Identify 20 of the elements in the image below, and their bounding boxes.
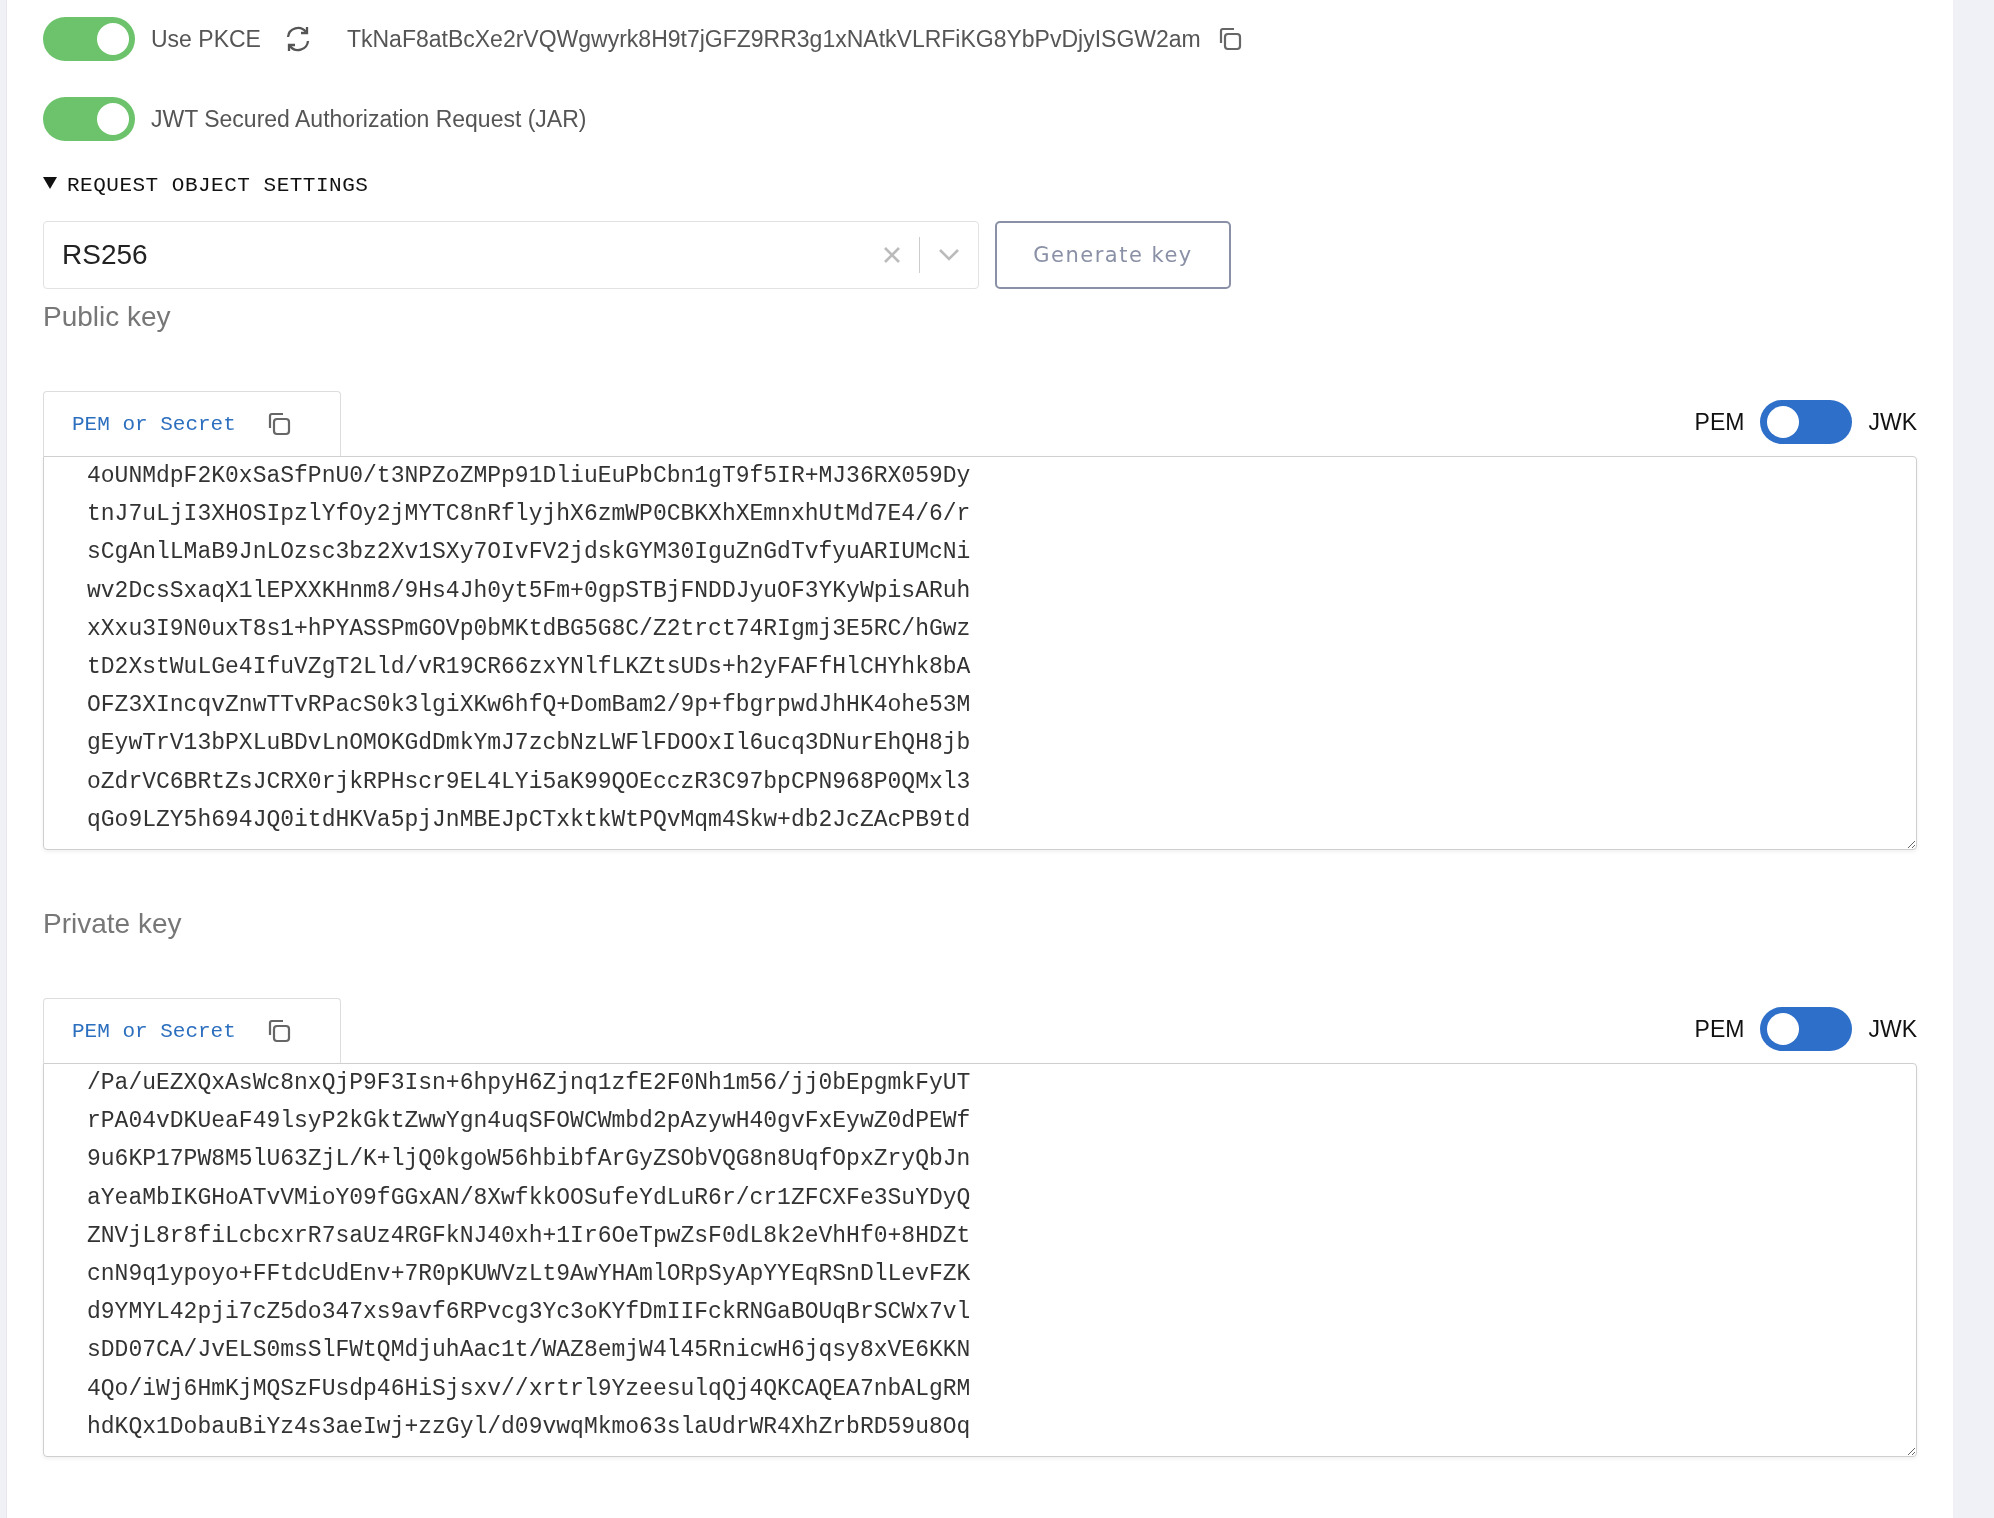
format-tab[interactable]: PEM or Secret (43, 391, 341, 456)
key-text-area[interactable]: /Pa/uEZXQxAsWc8nxQjP9F3Isn+6hpyH6Zjnq1zfE2F0Nh1m56/jj0bEpgmkFyUT rPA04vDKUeaF49lsyP2kGktZwwYgn4uqSFOWCWmbd2pAzywH40gvFxEywZ0dPEWf 9u6KP17PW8M5lU63ZjL/K+ljQ0kgoW56hbibfArGyZSObVQG8n8UqfOpxZryQbJn aYeaMbIKGHoATvVMioY09fGGxAN/8XwfkkOOSufeYdLuR6r/cr1ZFCXFe3SuYDyQ ZNVjL8r8fiLcbcxrR7saUz4RGFkNJ40xh+1Ir6OeTpwZsF0dL8k2eVhHf0+8HDZt cnN9q1ypoyo+FFtdcUdEnv+7R0pKUWVzLt9AwYHAmlORpSyApYYEqRSnDlLevFZK d9YMYL42pji7cZ5do347xs9avf6RPvcg3Yc3oKYfDmIIFckRNGaBOUqBrSCWx7vl sDD07CA/JvELS0msSlFWtQMdjuhAac1t/WAZ8emjW4l45RnicwH6jqsy8xVE6KKN 4Qo/iWj6HmKjMQSzFUsdp46HiSjsxv//xrtrl9YzeesulqQj4QKCAQEA7nbALgRM hdKQx1DobauBiYz4s3aeIwj+zzGyl/d09vwqMkmo63slaUdrWR4XhZrbRD59u8Oq (43, 1063, 1917, 1457)
select-value: RS256 (62, 239, 149, 271)
format-label: PEM (1694, 408, 1745, 436)
format-label: JWK (1868, 408, 1917, 436)
key-label: Private key (43, 908, 182, 940)
key-label: Public key (43, 301, 171, 333)
toggle-label: JWT Secured Authorization Request (JAR) (151, 105, 587, 133)
format-label: JWK (1868, 1015, 1917, 1043)
code-verifier-text: TkNaF8atBcXe2rVQWgwyrk8H9t7jGFZ9RR3g1xNAtkVLRFiKG8YbPvDjyISGW2am (346, 25, 1201, 53)
format-toggle[interactable] (1760, 400, 1853, 444)
toggle-label: Use PKCE (151, 25, 261, 53)
key-text-area[interactable]: 4oUNMdpF2K0xSaSfPnU0/t3NPZoZMPp91DliuEuPbCbn1gT9f5IR+MJ36RX059Dy tnJ7uLjI3XHOSIpzlYfOy2jMYTC8nRflyjhX6zmWP0CBKXhXEmnxhUtMd7E4/6/r sCgAnlLMaB9JnLOzsc3bz2Xv1SXy7OIvFV2jdskGYM30IguZnGdTvfyuARIUMcNi wv2DcsSxaqX1lEPXXKHnm8/9Hs4Jh0yt5Fm+0gpSTBjFNDDJyuOF3YKyWpisARuh xXxu3I9N0uxT8s1+hPYASSPmGOVp0bMKtdBG5G8C/Z2trct74RIgmj3E5RC/hGwz tD2XstWuLGe4IfuVZgT2Lld/vR19CR66zxYNlfLKZtsUDs+h2yFAFfHlCHYhk8bA OFZ3XIncqvZnwTTvRPacS0k3lgiXKw6hfQ+DomBam2/9p+fbgrpwdJhHK4ohe53M gEywTrV13bPXLuBDvLnOMOKGdDmkYmJ7zcbNzLWFlFDOOxIl6ucq3DNurEhQH8jb oZdrVC6BRtZsJCRX0rjkRPHscr9EL4LYi5aK99QOEcczR3C97bpCPN968P0QMxl3 qGo9LZY5h694JQ0itdHKVa5pjJnMBEJpCTxktkWtPQvMqm4Skw+db2JcZAcPB9td (43, 456, 1917, 850)
format-toggle[interactable] (1760, 1007, 1853, 1051)
format-tab[interactable]: PEM or Secret (43, 998, 341, 1063)
toggle-switch[interactable] (43, 17, 135, 61)
section-label: REQUEST OBJECT SETTINGS (67, 174, 369, 197)
format-label: PEM (1694, 1015, 1745, 1043)
section-header[interactable]: REQUEST OBJECT SETTINGS (43, 174, 1953, 197)
toggle-switch[interactable] (43, 97, 135, 141)
